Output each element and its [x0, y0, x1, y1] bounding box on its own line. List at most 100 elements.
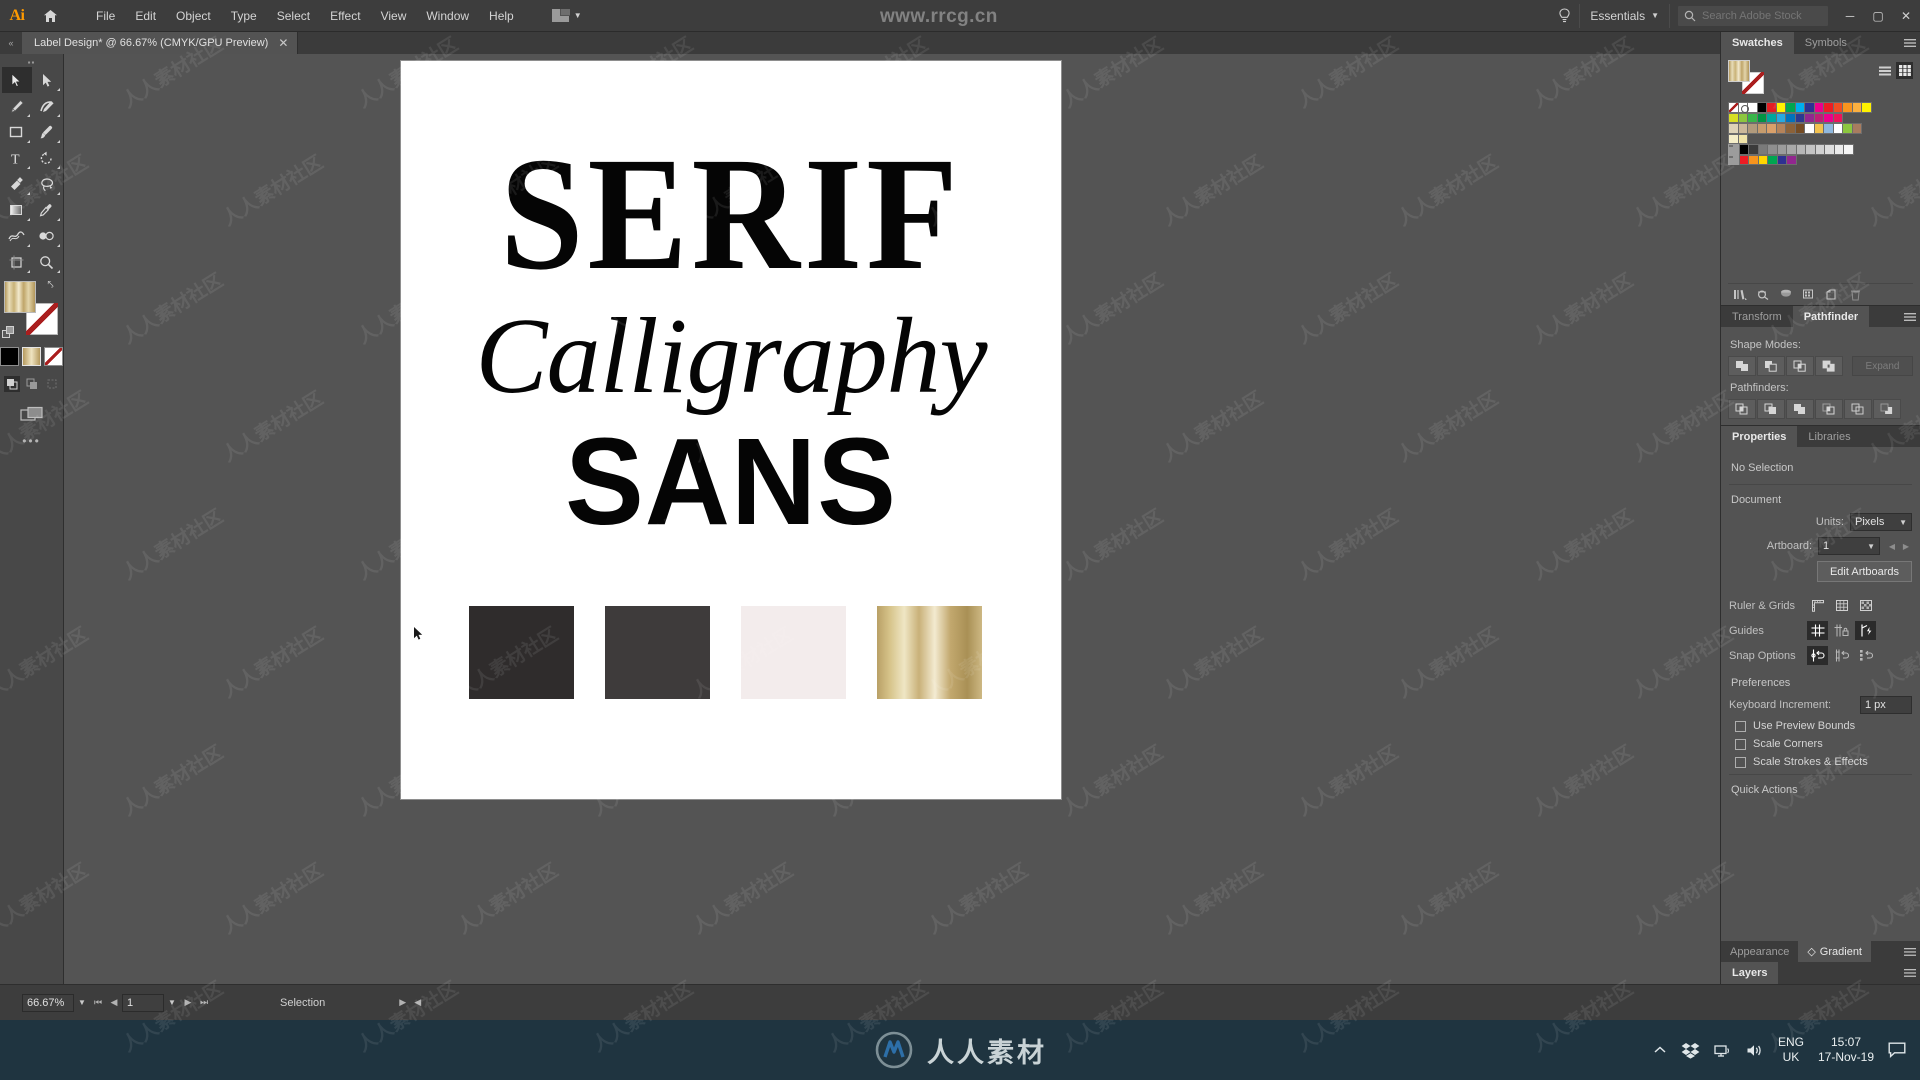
swatch-color[interactable]: [1786, 154, 1797, 165]
artwork-serif-text[interactable]: SERIF: [401, 133, 1061, 295]
edit-artboards-button[interactable]: Edit Artboards: [1817, 561, 1912, 582]
tab-layers[interactable]: Layers: [1721, 962, 1779, 984]
current-tool-status[interactable]: Selection: [280, 997, 325, 1009]
menu-effect[interactable]: Effect: [320, 0, 370, 32]
new-swatch-icon[interactable]: [1822, 286, 1842, 304]
language-indicator[interactable]: ENG UK: [1778, 1035, 1804, 1065]
trim-icon[interactable]: [1757, 399, 1785, 419]
menu-type[interactable]: Type: [221, 0, 267, 32]
show-rulers-icon[interactable]: [1807, 596, 1828, 615]
next-artboard-icon[interactable]: ▶: [180, 997, 196, 1008]
home-icon[interactable]: [34, 0, 66, 32]
width-tool[interactable]: [2, 223, 32, 249]
gradient-tool[interactable]: [2, 197, 32, 223]
dropbox-icon[interactable]: [1681, 1042, 1700, 1059]
lasso-tool[interactable]: [32, 171, 62, 197]
exclude-icon[interactable]: [1815, 356, 1843, 376]
rotate-tool[interactable]: [32, 145, 62, 171]
swatch-color[interactable]: [1737, 133, 1748, 144]
palette-swatch-charcoal-dark[interactable]: [469, 606, 574, 699]
zoom-dropdown-icon[interactable]: ▼: [74, 998, 90, 1007]
eyedropper-tool[interactable]: [32, 197, 62, 223]
show-swatch-kinds-icon[interactable]: [1753, 286, 1773, 304]
show-guides-icon[interactable]: [1807, 621, 1828, 640]
tab-appearance[interactable]: Appearance: [1721, 941, 1798, 962]
tab-transform[interactable]: Transform: [1721, 306, 1793, 327]
show-transparency-grid-icon[interactable]: [1855, 596, 1876, 615]
last-artboard-icon[interactable]: ⏭: [196, 997, 212, 1008]
close-button[interactable]: ✕: [1892, 0, 1920, 32]
minus-back-icon[interactable]: [1873, 399, 1901, 419]
tab-libraries[interactable]: Libraries: [1797, 426, 1862, 447]
network-icon[interactable]: [1714, 1043, 1732, 1058]
menu-help[interactable]: Help: [479, 0, 524, 32]
adobe-stock-search[interactable]: [1678, 5, 1828, 26]
draw-normal-icon[interactable]: [3, 376, 20, 392]
units-select[interactable]: Pixels ▼: [1850, 513, 1912, 531]
maximize-button[interactable]: ▢: [1864, 0, 1892, 32]
scale-strokes-effects-row[interactable]: Scale Strokes & Effects: [1729, 756, 1912, 768]
screen-mode-button[interactable]: [0, 406, 63, 422]
menu-select[interactable]: Select: [267, 0, 320, 32]
color-button[interactable]: [0, 347, 19, 366]
zoom-level-input[interactable]: 66.67%: [22, 993, 74, 1012]
snap-to-point-icon[interactable]: [1807, 646, 1828, 665]
crop-icon[interactable]: [1815, 399, 1843, 419]
scale-strokes-effects-checkbox[interactable]: [1735, 756, 1746, 768]
intersect-icon[interactable]: [1786, 356, 1814, 376]
curvature-tool[interactable]: [32, 93, 62, 119]
close-icon[interactable]: ✕: [278, 37, 288, 49]
prev-artboard-icon[interactable]: ◀: [1886, 538, 1898, 554]
swatch-libraries-icon[interactable]: [1730, 286, 1750, 304]
minimize-button[interactable]: ─: [1836, 0, 1864, 32]
status-expand-icon[interactable]: ▶: [399, 997, 406, 1008]
discover-bulb-icon[interactable]: [1549, 7, 1579, 24]
rectangle-tool[interactable]: [2, 119, 32, 145]
zoom-tool[interactable]: [32, 249, 62, 275]
panel-menu-icon[interactable]: [1900, 962, 1920, 984]
artboard-dropdown-icon[interactable]: ▼: [164, 998, 180, 1007]
smart-guides-icon[interactable]: [1855, 621, 1876, 640]
scale-corners-checkbox[interactable]: [1735, 738, 1746, 750]
blend-tool[interactable]: [32, 223, 62, 249]
direct-selection-tool[interactable]: [32, 67, 62, 93]
lock-guides-icon[interactable]: [1831, 621, 1852, 640]
color-group-folder-icon[interactable]: [1728, 144, 1739, 155]
outline-icon[interactable]: [1844, 399, 1872, 419]
swap-fill-stroke-icon[interactable]: ⤣: [48, 279, 62, 293]
draw-inside-icon[interactable]: [44, 376, 60, 392]
fill-color-swatch[interactable]: [3, 281, 36, 313]
artwork-calligraphy-text[interactable]: Calligraphy: [401, 303, 1061, 411]
minus-front-icon[interactable]: [1757, 356, 1785, 376]
shape-builder-tool[interactable]: [2, 171, 32, 197]
show-hidden-icons[interactable]: [1653, 1045, 1667, 1055]
canvas-area[interactable]: SERIF Calligraphy SANS: [64, 54, 1720, 984]
arrange-documents-button[interactable]: ▼: [546, 5, 588, 27]
next-artboard-icon[interactable]: ▶: [1900, 538, 1912, 554]
clock[interactable]: 15:07 17-Nov-19: [1818, 1035, 1874, 1065]
swatch-options-icon[interactable]: [1776, 286, 1796, 304]
snap-to-pixel-icon[interactable]: [1855, 646, 1876, 665]
artboard-number-input[interactable]: 1: [122, 993, 164, 1012]
toolbar-grip[interactable]: ▪▪: [0, 58, 63, 67]
divide-icon[interactable]: [1728, 399, 1756, 419]
menu-window[interactable]: Window: [416, 0, 479, 32]
panel-menu-icon[interactable]: [1900, 306, 1920, 327]
paintbrush-tool[interactable]: [32, 119, 62, 145]
swatch-color[interactable]: [1843, 144, 1854, 155]
menu-edit[interactable]: Edit: [125, 0, 166, 32]
unite-icon[interactable]: [1728, 356, 1756, 376]
tab-symbols[interactable]: Symbols: [1793, 32, 1858, 54]
swatch-color[interactable]: [1832, 112, 1843, 123]
collapse-panel-icon[interactable]: «: [0, 32, 22, 54]
panel-menu-icon[interactable]: [1900, 941, 1920, 962]
menu-file[interactable]: File: [86, 0, 125, 32]
default-fill-stroke-icon[interactable]: [1, 326, 15, 339]
merge-icon[interactable]: [1786, 399, 1814, 419]
first-artboard-icon[interactable]: ⏮: [90, 997, 106, 1008]
menu-object[interactable]: Object: [166, 0, 221, 32]
tab-gradient[interactable]: ◇ Gradient: [1798, 941, 1871, 962]
panel-menu-icon[interactable]: [1900, 32, 1920, 54]
snap-to-grid-icon[interactable]: [1831, 646, 1852, 665]
draw-behind-icon[interactable]: [24, 376, 40, 392]
